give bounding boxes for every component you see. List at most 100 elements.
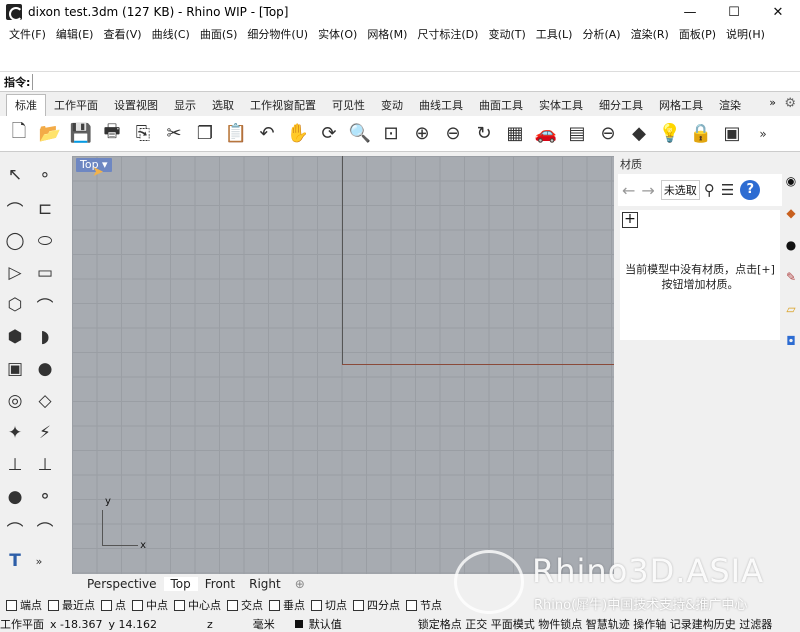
rotate-view-icon[interactable]: ↻ [471, 121, 497, 147]
menu-render[interactable]: 渲染(R) [626, 26, 674, 42]
menu-transform[interactable]: 变动(T) [483, 26, 530, 42]
zoom-extents-icon[interactable]: ⊕ [409, 121, 435, 147]
maximize-button[interactable]: ☐ [712, 0, 756, 24]
menu-panels[interactable]: 面板(P) [674, 26, 721, 42]
menu-file[interactable]: 文件(F) [4, 26, 51, 42]
polyline-icon[interactable]: ⌒ [2, 196, 28, 222]
box-icon[interactable]: ▣ [2, 356, 28, 382]
menu-dimension[interactable]: 尺寸标注(D) [412, 26, 483, 42]
tab-surface-tools[interactable]: 曲面工具 [471, 95, 531, 116]
split-icon[interactable]: ⊥ [32, 452, 58, 478]
minimize-button[interactable]: — [668, 0, 712, 24]
left-tools-more-button[interactable]: » [26, 548, 52, 574]
light-icon[interactable]: 💡 [657, 121, 683, 147]
osnap-end[interactable]: 端点 [6, 597, 42, 613]
status-modes[interactable]: 锁定格点 正交 平面模式 物件锁点 智慧轨迹 操作轴 记录建构历史 过滤器 [418, 616, 772, 632]
tab-top[interactable]: Top [163, 577, 198, 591]
paste-icon[interactable]: 📋 [223, 121, 249, 147]
checkbox[interactable] [227, 599, 238, 611]
osnap-mid[interactable]: 中点 [132, 597, 168, 613]
environment-tab-icon[interactable]: ● [782, 234, 800, 256]
tab-front[interactable]: Front [198, 577, 242, 591]
status-layer[interactable]: 默认值 [294, 616, 348, 632]
grid-icon[interactable]: ▤ [564, 121, 590, 147]
material-selector[interactable]: 未选取 [660, 180, 700, 200]
tab-visibility[interactable]: 可见性 [324, 95, 373, 116]
toolbar-more-button[interactable]: » [750, 121, 776, 147]
puzzle-icon[interactable]: ✦ [2, 420, 28, 446]
cylinder-icon[interactable]: ◎ [2, 388, 28, 414]
point-icon[interactable]: ∘ [32, 162, 58, 188]
menu-surface[interactable]: 曲面(S) [195, 26, 243, 42]
add-viewport-tab-icon[interactable]: ⊕ [288, 577, 312, 591]
checkbox[interactable] [311, 599, 322, 611]
menu-tools[interactable]: 工具(L) [531, 26, 578, 42]
menu-icon[interactable]: ☰ [721, 181, 734, 199]
object-props-icon[interactable]: ◆ [626, 121, 652, 147]
menu-subd[interactable]: 细分物件(U) [242, 26, 313, 42]
gear-icon[interactable]: ⚙ [784, 96, 796, 111]
search-icon[interactable]: ⚲ [704, 181, 715, 199]
open-icon[interactable]: 📂 [37, 121, 63, 147]
menu-curve[interactable]: 曲线(C) [147, 26, 195, 42]
texture-tab-icon[interactable]: ✎ [782, 266, 800, 288]
properties-tab-icon[interactable]: ◉ [782, 170, 800, 192]
checkbox[interactable] [6, 599, 17, 611]
top-viewport[interactable]: Top ▾ ➤ y x [72, 156, 614, 574]
rectangle-icon[interactable]: ▭ [32, 260, 58, 286]
back-arrow-icon[interactable]: ← [622, 181, 635, 200]
menu-mesh[interactable]: 网格(M) [362, 26, 412, 42]
zoom-window-icon[interactable]: ⊡ [378, 121, 404, 147]
materials-tab-icon[interactable]: ◆ [782, 202, 800, 224]
status-cplane[interactable]: 工作平面 [0, 616, 44, 632]
fillet-edge-icon[interactable]: ⌒ [2, 516, 28, 542]
menu-help[interactable]: 说明(H) [721, 26, 770, 42]
sphere-icon[interactable]: ● [32, 356, 58, 382]
arc-icon[interactable]: ▷ [2, 260, 28, 286]
render-icon[interactable]: ▣ [719, 121, 745, 147]
osnap-int[interactable]: 交点 [227, 597, 263, 613]
add-material-button[interactable]: + [622, 212, 638, 228]
menu-solid[interactable]: 实体(O) [313, 26, 362, 42]
command-input[interactable] [32, 73, 800, 90]
polygon-icon[interactable]: ⬡ [2, 292, 28, 318]
text-icon[interactable]: T [2, 548, 28, 574]
checkbox[interactable] [174, 599, 185, 611]
menu-analyze[interactable]: 分析(A) [577, 26, 625, 42]
checkbox[interactable] [48, 599, 59, 611]
loft-icon[interactable]: ◗ [32, 324, 58, 350]
mesh-icon[interactable]: ◇ [32, 388, 58, 414]
tab-cplane[interactable]: 工作平面 [46, 95, 106, 116]
checkbox[interactable] [353, 599, 364, 611]
lock-icon[interactable]: 🔒 [688, 121, 714, 147]
osnap-near[interactable]: 最近点 [48, 597, 95, 613]
ellipse-icon[interactable]: ⬭ [32, 228, 58, 254]
tab-right[interactable]: Right [242, 577, 288, 591]
import-icon[interactable]: ⎘ [130, 121, 156, 147]
zoom-selected-icon[interactable]: ⊖ [440, 121, 466, 147]
tab-select[interactable]: 选取 [204, 95, 242, 116]
cplane-icon[interactable]: ⊖ [595, 121, 621, 147]
fillet-curve-icon[interactable]: ⌒ [32, 292, 58, 318]
circle-icon[interactable]: ◯ [2, 228, 28, 254]
status-units[interactable]: 毫米 [253, 616, 275, 632]
forward-arrow-icon[interactable]: → [641, 181, 654, 200]
menu-edit[interactable]: 编辑(E) [51, 26, 99, 42]
help-tab-icon[interactable]: ◘ [782, 330, 800, 352]
boolean-split-icon[interactable]: ⚬ [32, 484, 58, 510]
close-button[interactable]: ✕ [756, 0, 800, 24]
osnap-center[interactable]: 中心点 [174, 597, 221, 613]
tab-mesh-tools[interactable]: 网格工具 [651, 95, 711, 116]
tab-set-view[interactable]: 设置视图 [106, 95, 166, 116]
tab-viewport-layout[interactable]: 工作视窗配置 [242, 95, 324, 116]
libraries-tab-icon[interactable]: ▱ [782, 298, 800, 320]
tab-subd-tools[interactable]: 细分工具 [591, 95, 651, 116]
osnap-knot[interactable]: 节点 [406, 597, 442, 613]
boolean-union-icon[interactable]: ● [2, 484, 28, 510]
viewport-layout-icon[interactable]: ▦ [502, 121, 528, 147]
tab-perspective[interactable]: Perspective [80, 577, 164, 591]
tab-display[interactable]: 显示 [166, 95, 204, 116]
osnap-perp[interactable]: 垂点 [269, 597, 305, 613]
tabs-more-button[interactable]: » [769, 96, 776, 109]
new-icon[interactable]: 🗋 [6, 121, 32, 147]
